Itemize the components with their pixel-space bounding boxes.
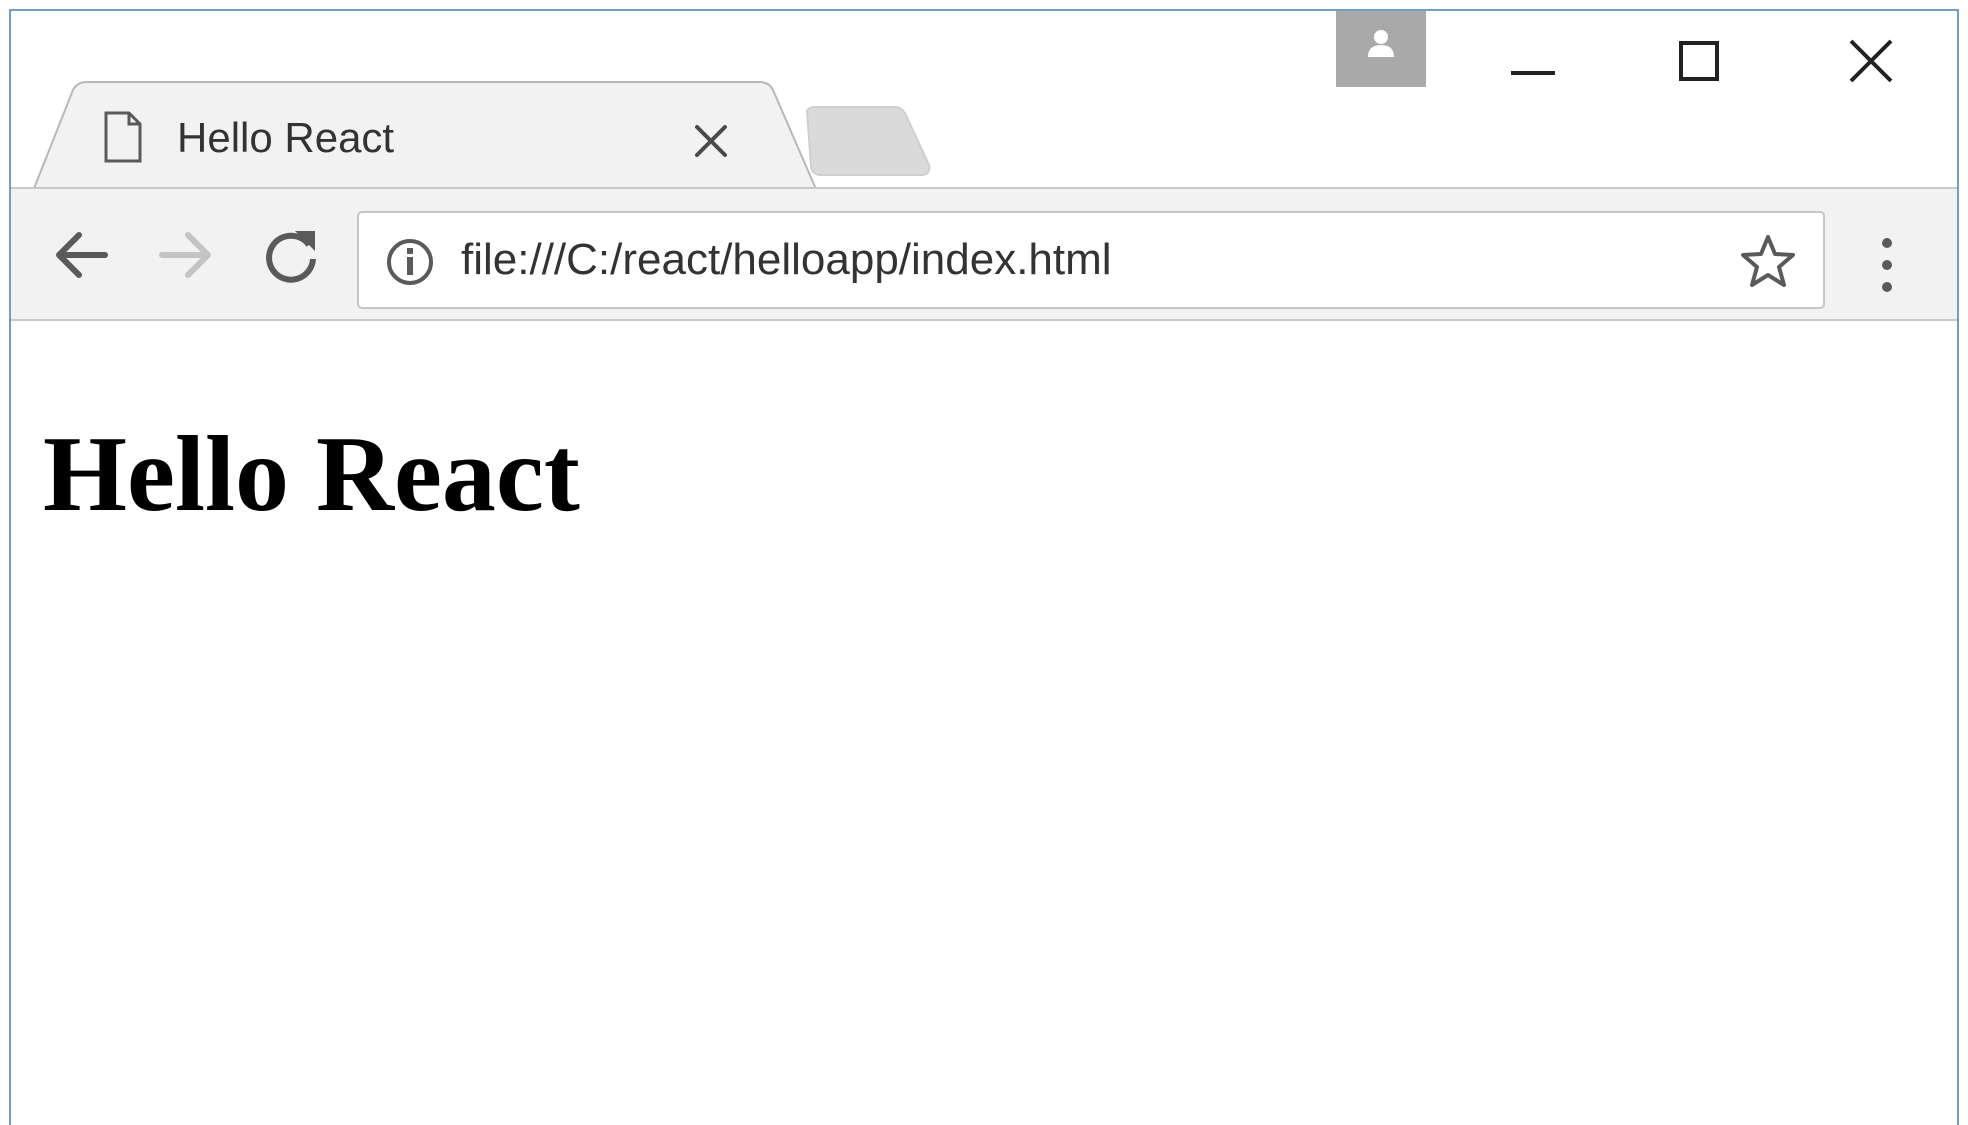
toolbar: file:///C:/react/helloapp/index.html (11, 187, 1957, 321)
address-bar[interactable]: file:///C:/react/helloapp/index.html (357, 211, 1825, 309)
new-tab-button[interactable] (791, 105, 933, 177)
profile-icon (1368, 30, 1394, 57)
page-icon (104, 111, 142, 163)
page-heading: Hello React (43, 415, 580, 534)
info-icon[interactable] (385, 237, 435, 287)
maximize-icon[interactable] (1671, 35, 1731, 95)
tab-close-icon[interactable] (693, 123, 729, 159)
reload-icon[interactable] (259, 223, 323, 287)
page-content: Hello React (11, 321, 1957, 1125)
url-text[interactable]: file:///C:/react/helloapp/index.html (461, 235, 1112, 285)
more-vertical-icon[interactable] (1875, 233, 1899, 297)
browser-window: Hello React file:///C:/react/helloapp/in… (9, 9, 1959, 1125)
minimize-icon[interactable] (1503, 35, 1563, 95)
close-window-icon[interactable] (1841, 35, 1901, 95)
tab-title: Hello React (177, 114, 395, 161)
profile-button[interactable] (1336, 11, 1426, 87)
forward-arrow-icon[interactable] (154, 223, 218, 287)
tab-strip: Hello React (11, 11, 1957, 196)
star-icon[interactable] (1739, 233, 1797, 291)
back-arrow-icon[interactable] (49, 223, 113, 287)
